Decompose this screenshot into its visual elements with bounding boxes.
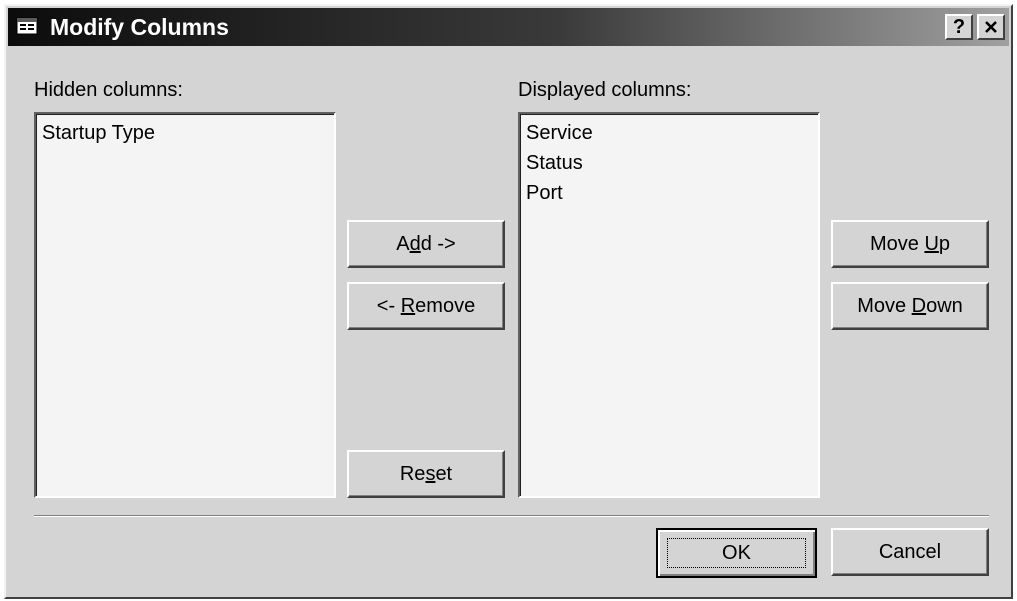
list-item[interactable]: Status: [526, 148, 812, 178]
displayed-columns-list[interactable]: Service Status Port: [518, 112, 820, 498]
add-label: Add ->: [396, 232, 456, 255]
focus-rect: [667, 538, 806, 568]
cancel-button[interactable]: Cancel: [831, 528, 989, 576]
list-item[interactable]: Startup Type: [42, 118, 328, 148]
move-up-label: Move Up: [869, 232, 951, 255]
close-button[interactable]: [977, 14, 1005, 40]
window-icon: [16, 17, 38, 35]
list-item[interactable]: Service: [526, 118, 812, 148]
remove-button[interactable]: <- Remove: [347, 282, 505, 330]
displayed-columns-label: Displayed columns:: [518, 79, 692, 101]
dialog-title: Modify Columns: [50, 14, 229, 40]
move-down-button[interactable]: Move Down: [831, 282, 989, 330]
help-button[interactable]: ?: [945, 14, 973, 40]
separator: [34, 515, 989, 517]
remove-label: <- Remove: [376, 294, 476, 317]
move-up-button[interactable]: Move Up: [831, 220, 989, 268]
close-icon: [985, 21, 997, 33]
hidden-columns-label: Hidden columns:: [34, 79, 183, 101]
move-down-label: Move Down: [857, 294, 963, 317]
title-bar[interactable]: Modify Columns ?: [8, 8, 1009, 46]
modify-columns-dialog: Modify Columns ? Hidden columns: Display…: [4, 4, 1013, 599]
reset-label: Reset: [399, 462, 453, 485]
reset-button[interactable]: Reset: [347, 450, 505, 498]
list-item[interactable]: Port: [526, 178, 812, 208]
cancel-label: Cancel: [878, 540, 942, 563]
hidden-columns-list[interactable]: Startup Type: [34, 112, 336, 498]
add-button[interactable]: Add ->: [347, 220, 505, 268]
ok-button[interactable]: OK: [656, 528, 817, 578]
